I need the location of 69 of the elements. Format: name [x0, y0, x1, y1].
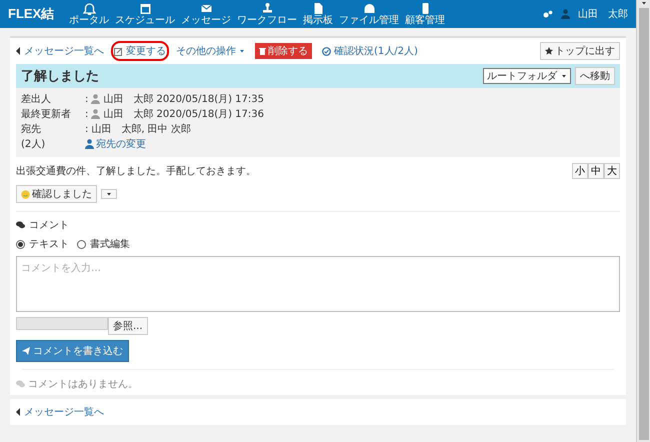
person-icon: [91, 109, 100, 119]
caret-icon: [640, 0, 646, 6]
meta-label: 差出人: [21, 92, 52, 106]
nav-item[interactable]: ポータル: [66, 2, 112, 26]
pin-top-button[interactable]: トップに出す: [540, 42, 620, 60]
caret-icon: [561, 73, 567, 79]
separator: :: [85, 124, 88, 134]
back-icon: [16, 408, 21, 416]
scrollbar[interactable]: [638, 8, 648, 440]
radio-label[interactable]: テキスト: [29, 237, 69, 251]
font-size-button[interactable]: 大: [604, 163, 620, 179]
check-circle-icon: [322, 46, 331, 56]
no-comments-text: コメントはありません。: [16, 377, 620, 391]
comment-field[interactable]: コメントを入力…: [16, 256, 620, 312]
action-link[interactable]: 変更する: [114, 44, 166, 58]
person-icon: [85, 139, 94, 149]
font-size-button[interactable]: 小: [572, 163, 588, 179]
comments-icon: [16, 221, 25, 229]
nav-item[interactable]: 顧客管理: [402, 2, 448, 26]
trash-icon: [259, 47, 266, 55]
meta-label: 宛先: [21, 122, 42, 136]
radio-button[interactable]: [16, 240, 25, 248]
delete-button[interactable]: 削除する: [255, 43, 312, 59]
meta-value: 山田 太郎 2020/05/18(月) 17:35: [103, 92, 264, 106]
separator: :: [85, 108, 88, 120]
move-button[interactable]: へ移動: [575, 67, 615, 85]
action-link[interactable]: 確認状況(1人/2人): [322, 44, 418, 58]
nav-item[interactable]: ファイル管理: [336, 2, 402, 26]
change-recipients-link[interactable]: 宛先の変更: [85, 137, 146, 151]
nav-item[interactable]: ワークフロー: [234, 2, 300, 26]
file-field[interactable]: [16, 317, 108, 330]
submit-comment-button[interactable]: コメントを書き込む: [16, 340, 129, 362]
drive-icon: [362, 2, 376, 15]
send-icon: [22, 347, 30, 355]
person-icon: [91, 94, 100, 104]
nav-item[interactable]: スケジュール: [112, 2, 178, 26]
app-logo[interactable]: FLEX結: [8, 5, 54, 23]
radio-button[interactable]: [77, 240, 86, 248]
action-link[interactable]: メッセージ一覧へ: [16, 44, 104, 58]
comment-heading: コメント: [29, 219, 69, 232]
folder-select[interactable]: ルートフォルダ: [483, 68, 571, 84]
message-title: 了解しました: [21, 68, 99, 85]
caret-icon: [106, 191, 112, 197]
separator: :: [85, 94, 88, 104]
back-link[interactable]: メッセージ一覧へ: [16, 405, 620, 419]
meta-label: (2人): [21, 138, 46, 151]
radio-label[interactable]: 書式編集: [90, 237, 130, 251]
meta-value: 山田 太郎, 田中 次郎: [91, 122, 191, 136]
user-name[interactable]: 山田 太郎: [578, 7, 628, 21]
back-icon: [16, 47, 21, 55]
nav-item[interactable]: メッセージ: [178, 2, 234, 26]
doc-icon: [312, 2, 325, 15]
nav-item[interactable]: 掲示板: [300, 2, 336, 26]
font-size-button[interactable]: 中: [588, 163, 604, 179]
message-body: 出張交通費の件、了解しました。手配しておきます。: [16, 164, 256, 178]
edit-icon: [114, 46, 123, 56]
browse-button[interactable]: 参照...: [108, 317, 148, 335]
confirm-button[interactable]: 確認しました: [16, 185, 97, 203]
caret-icon: [239, 48, 245, 54]
dropdown-button[interactable]: [101, 189, 117, 199]
stamp-icon: [260, 2, 274, 15]
action-link[interactable]: その他の操作: [176, 44, 245, 58]
smiley-icon: [21, 190, 30, 198]
meta-value: 山田 太郎 2020/05/18(月) 17:36: [103, 108, 264, 121]
meta-label: 最終更新者: [21, 108, 72, 121]
comments-icon: [16, 380, 25, 388]
star-icon: [545, 47, 553, 55]
bell-icon: [82, 2, 96, 15]
person-icon: [561, 9, 570, 19]
